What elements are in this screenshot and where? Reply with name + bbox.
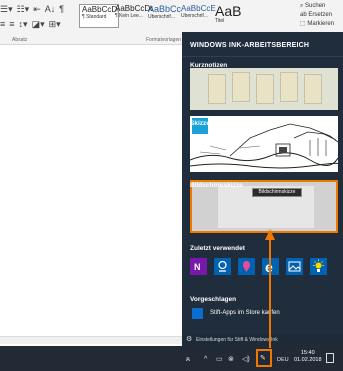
sticky-notes-tile[interactable] bbox=[190, 68, 338, 110]
onenote-icon[interactable]: N bbox=[190, 258, 207, 275]
panel-title: WINDOWS INK-ARBEITSBEREICH bbox=[190, 42, 310, 49]
network-icon[interactable]: ▭ bbox=[216, 355, 223, 364]
borders-icon[interactable]: ⊞▾ bbox=[49, 17, 61, 32]
suggested-label: Vorgeschlagen bbox=[190, 296, 237, 303]
editing-group: ⌕ Suchen ab Ersetzen ⬚ Markieren bbox=[300, 2, 334, 29]
gear-icon: ⚙ bbox=[186, 336, 193, 343]
style-sample: AaB bbox=[215, 4, 242, 18]
language-indicator[interactable]: DEU bbox=[277, 356, 289, 365]
clock[interactable]: 15:40 01.02.2018 bbox=[294, 350, 322, 364]
sticky-notes-label: Kurznotizen bbox=[190, 62, 228, 69]
screen: ☰▾ ☷▾ ⇤ A↓ ¶ ≡ ≡ ↕▾ ◪▾ ⊞▾ Absatz AaBbCcDd ¶ Stan… bbox=[0, 0, 343, 371]
chevron-up-icon[interactable]: ^ bbox=[204, 355, 207, 364]
people-icon[interactable]: ጰ bbox=[186, 355, 190, 364]
edge-icon[interactable]: e bbox=[262, 258, 279, 275]
svg-text:e: e bbox=[265, 259, 273, 275]
store-icon bbox=[192, 308, 203, 319]
tips-icon[interactable] bbox=[310, 258, 327, 275]
svg-text:N: N bbox=[194, 262, 201, 272]
photos-icon[interactable] bbox=[286, 258, 303, 275]
ink-settings-link[interactable]: ⚙ Einstellungen für Stift & Windows Ink bbox=[182, 334, 343, 346]
volume-icon[interactable]: ◁) bbox=[242, 355, 250, 364]
replace-label: Ersetzen bbox=[308, 12, 333, 18]
search-label: Suchen bbox=[305, 3, 326, 9]
pen-highlight bbox=[256, 349, 272, 367]
styles-group-label: Formatvorlagen bbox=[146, 37, 182, 43]
store-link-text: Stift-Apps im Store kaufen bbox=[210, 310, 280, 316]
ink-workspace-panel: WINDOWS INK-ARBEITSBEREICH Kurznotizen S… bbox=[182, 32, 343, 346]
paint-3d-icon[interactable] bbox=[238, 258, 255, 275]
sticky-note bbox=[256, 74, 274, 104]
pilcrow-icon[interactable]: ¶ bbox=[59, 2, 64, 17]
align-left-icon[interactable]: ≡ bbox=[0, 17, 5, 32]
style-name: Titel bbox=[215, 18, 225, 24]
notification-icon[interactable] bbox=[326, 353, 334, 363]
replace-button[interactable]: ab Ersetzen bbox=[300, 11, 334, 20]
meet-now-icon[interactable]: ⊗ bbox=[228, 355, 234, 364]
line-spacing-icon[interactable]: ↕▾ bbox=[19, 17, 28, 32]
recent-label: Zuletzt verwendet bbox=[190, 245, 245, 252]
screen-sketch-label: Bildschirmskizze bbox=[190, 182, 243, 189]
align-center-icon[interactable]: ≡ bbox=[9, 17, 14, 32]
bullets-icon[interactable]: ☰▾ bbox=[0, 2, 13, 17]
indent-icon[interactable]: ⇤ bbox=[33, 2, 41, 17]
select-label: Markieren bbox=[307, 21, 335, 27]
select-button[interactable]: ⬚ Markieren bbox=[300, 20, 334, 29]
document-page[interactable] bbox=[0, 46, 182, 346]
horizontal-scrollbar[interactable] bbox=[0, 336, 182, 344]
paragraph-toolbar: ☰▾ ☷▾ ⇤ A↓ ¶ ≡ ≡ ↕▾ ◪▾ ⊞▾ bbox=[0, 2, 68, 32]
sketchpad-label: Skizzenblock bbox=[190, 120, 231, 127]
sticky-note bbox=[232, 72, 250, 102]
tooltip: Bildschirmskizze bbox=[252, 188, 302, 197]
settings-text: Einstellungen für Stift & Windows Ink bbox=[196, 337, 278, 343]
clock-date: 01.02.2018 bbox=[294, 357, 322, 363]
numbering-icon[interactable]: ☷▾ bbox=[17, 2, 30, 17]
divider bbox=[182, 56, 343, 57]
search-button[interactable]: ⌕ Suchen bbox=[300, 2, 334, 11]
maps-icon[interactable] bbox=[214, 258, 231, 275]
sticky-note bbox=[304, 74, 322, 104]
sort-icon[interactable]: A↓ bbox=[45, 2, 56, 17]
style-title[interactable]: AaB Titel bbox=[213, 4, 257, 28]
sticky-note bbox=[208, 74, 226, 104]
paragraph-group-label: Absatz bbox=[12, 37, 28, 43]
store-link[interactable]: Stift-Apps im Store kaufen bbox=[190, 308, 340, 320]
taskbar bbox=[0, 346, 343, 371]
shading-icon[interactable]: ◪▾ bbox=[32, 17, 45, 32]
clock-time: 15:40 bbox=[300, 350, 315, 356]
sticky-note bbox=[280, 72, 298, 102]
